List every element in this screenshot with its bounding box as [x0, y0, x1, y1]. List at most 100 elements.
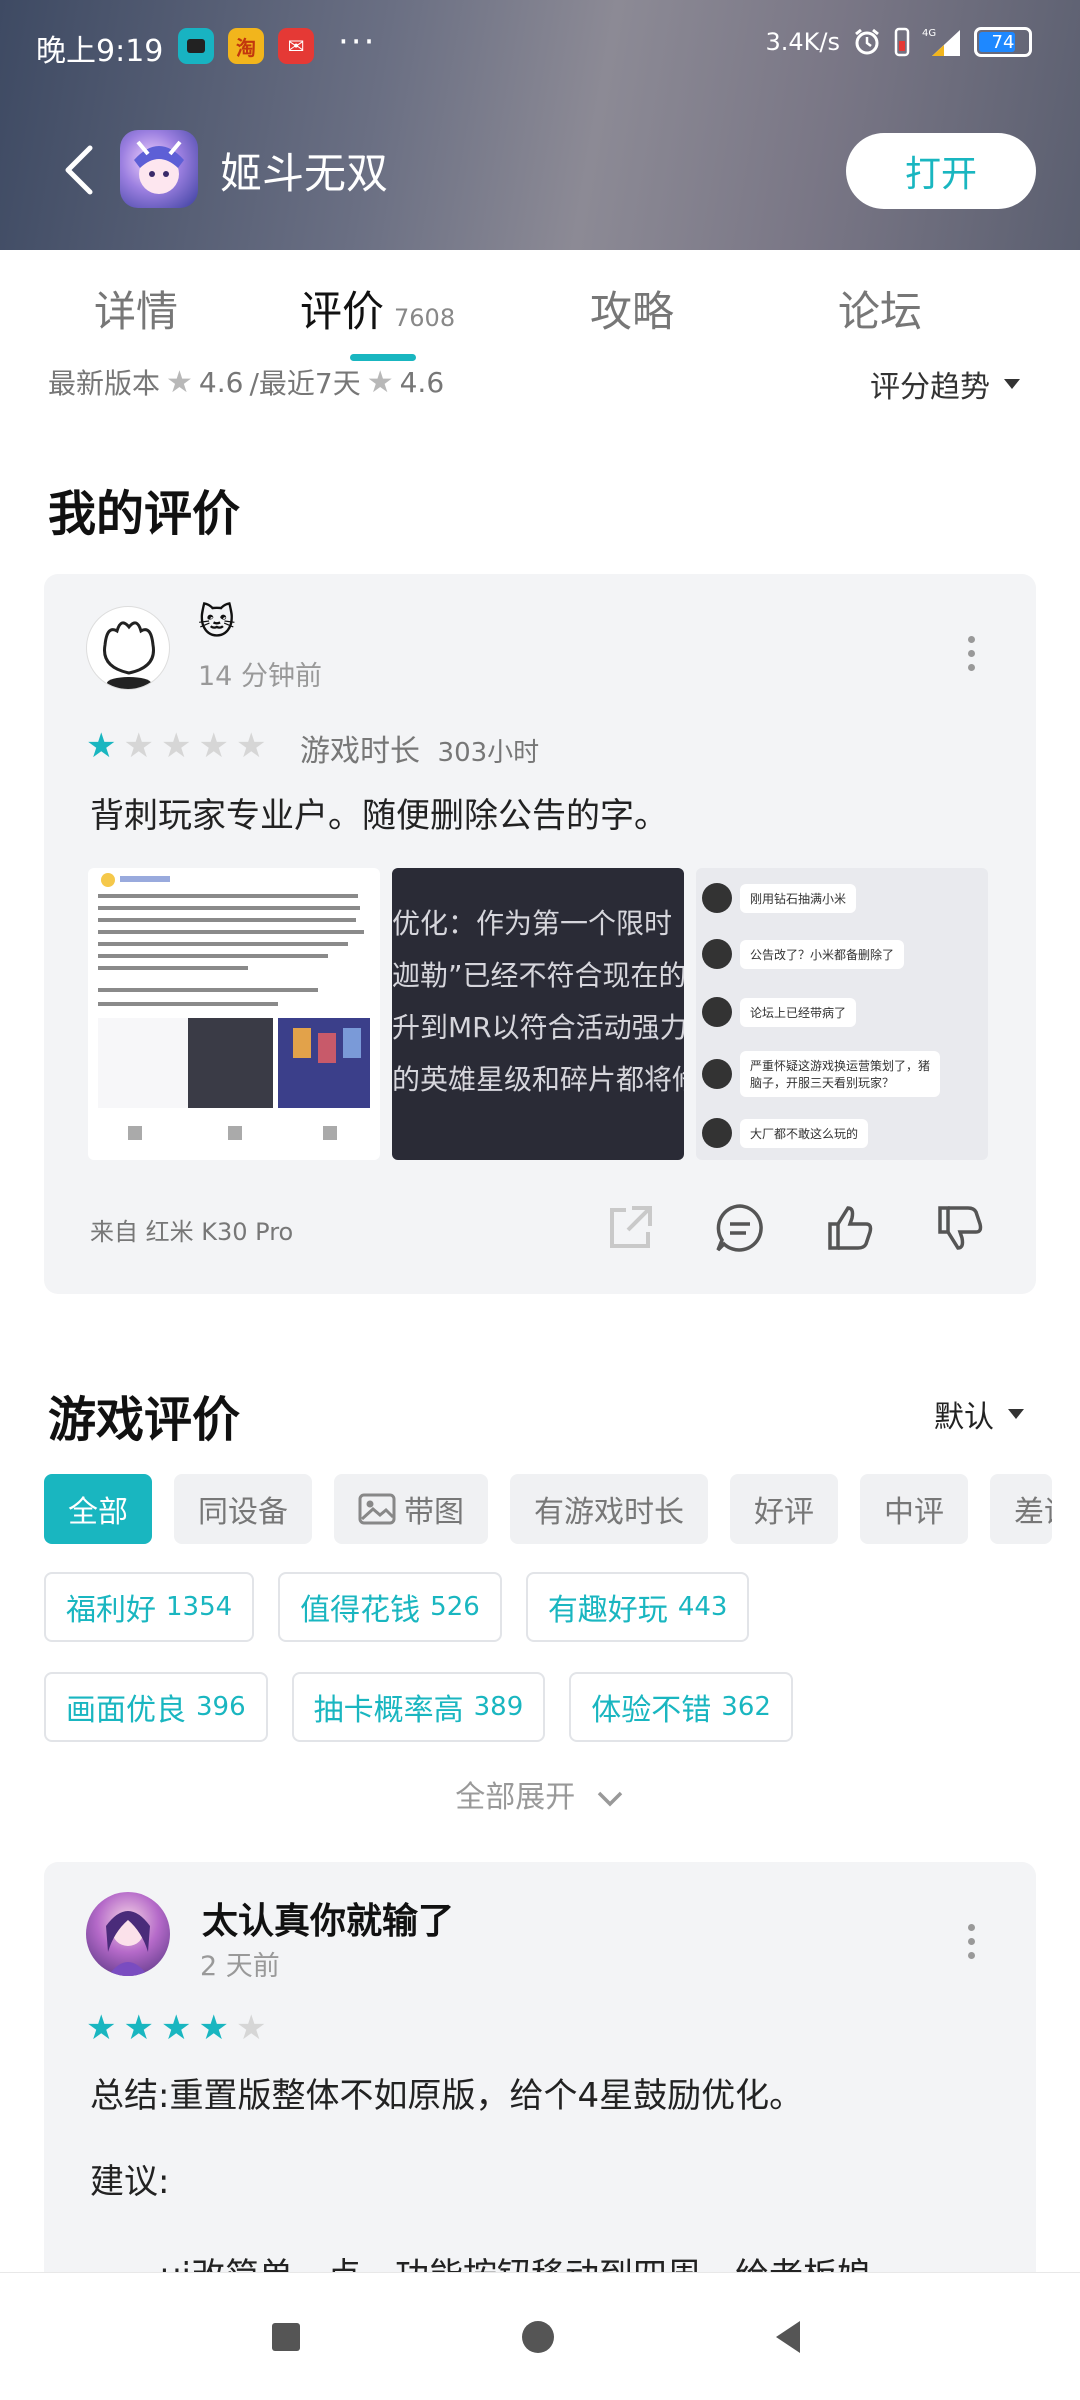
filter-same-device[interactable]: 同设备: [174, 1474, 312, 1544]
chevron-down-icon: [597, 1791, 623, 1806]
tab-details[interactable]: 详情: [94, 278, 178, 339]
home-icon[interactable]: [518, 2317, 558, 2357]
review-stars: ★ ★ ★ ★ ★: [86, 2008, 266, 2048]
my-review-time: 14 分钟前: [198, 661, 322, 692]
avatar[interactable]: [86, 606, 170, 690]
status-time: 晚上9:19: [36, 34, 164, 69]
taobao-app-icon: 淘: [228, 28, 264, 64]
tab-bar: 详情 评价 7608 攻略 论坛: [0, 250, 1080, 361]
recent-score: 4.6: [399, 365, 445, 399]
review-images: 优化：作为第一个限时 迦勒”已经不符合现在的版 升到MR以符合活动强力 的英雄星…: [88, 868, 988, 1160]
star-icon: ★: [366, 364, 394, 400]
battery-icon: 74: [974, 27, 1032, 57]
review-filters: 全部 同设备 带图 有游戏时长 好评 中评 差评: [44, 1474, 1052, 1544]
review-image-2-text: 优化：作为第一个限时 迦勒”已经不符合现在的版 升到MR以符合活动强力 的英雄星…: [392, 898, 684, 1106]
tag-item[interactable]: 画面优良 396: [44, 1672, 268, 1742]
review-card: 太认真你就输了 2 天前 ★ ★ ★ ★ ★ 总结:重置版整体不如原版，给个4星…: [44, 1862, 1036, 2272]
chevron-down-icon: [1004, 379, 1020, 389]
app-title: 姬斗无双: [220, 149, 389, 198]
battery-level: 74: [991, 31, 1015, 53]
star-icon: ★: [198, 726, 229, 766]
tab-label: 详情: [94, 287, 179, 336]
image-text-line: 升到MR以符合活动强力: [392, 1011, 684, 1044]
filter-with-images[interactable]: 带图: [334, 1474, 488, 1544]
more-options-icon[interactable]: [966, 1924, 976, 1959]
rating-trend-label: 评分趋势: [870, 370, 990, 405]
star-icon: ★: [166, 364, 193, 400]
rating-trend-dropdown[interactable]: 评分趋势: [870, 362, 1020, 406]
filter-label: 有游戏时长: [534, 1495, 684, 1530]
expand-all-button[interactable]: 全部展开: [0, 1772, 1080, 1816]
review-image-1[interactable]: [88, 868, 380, 1160]
tab-forum[interactable]: 论坛: [838, 278, 922, 339]
image-text-line: 迦勒”已经不符合现在的版: [392, 959, 684, 992]
app-logo: [120, 130, 198, 208]
thumbs-up-icon[interactable]: [824, 1202, 876, 1254]
filter-with-playtime[interactable]: 有游戏时长: [510, 1474, 708, 1544]
tag-item[interactable]: 抽卡概率高 389: [291, 1672, 546, 1742]
avatar[interactable]: [86, 1892, 170, 1976]
vibrate-icon: [894, 27, 910, 57]
star-icon: ★: [160, 726, 192, 766]
star-icon: ★: [198, 2008, 229, 2048]
filter-label: 差评: [1014, 1495, 1052, 1530]
filter-negative[interactable]: 差评: [990, 1474, 1052, 1544]
review-image-3-chat: 刚用钻石抽满小米 公告改了？小米都备删除了 论坛上已经带病了 严重怀疑这游戏换运…: [702, 872, 988, 1158]
tag-label: 值得花钱: [300, 1593, 421, 1628]
recent-label: /最近7天: [249, 367, 361, 400]
mail-app-icon: ✉: [278, 28, 314, 64]
tab-guides[interactable]: 攻略: [590, 278, 674, 339]
image-icon: [358, 1493, 396, 1525]
tag-item[interactable]: 值得花钱 526: [278, 1572, 502, 1642]
app-header: 晚上9:19 淘 ✉ ··· 3.4K/s 4G 74 姬斗无双 打开: [0, 0, 1080, 250]
playtime-value: 303小时: [437, 738, 540, 768]
filter-label: 同设备: [198, 1495, 288, 1530]
recent-apps-icon[interactable]: [266, 2317, 306, 2357]
rating-summary: 最新版本 ★ 4.6 /最近7天 ★ 4.6: [48, 362, 444, 402]
tag-item[interactable]: 体验不错 362: [569, 1672, 793, 1742]
tag-label: 有趣好玩: [547, 1593, 668, 1628]
chat-bubble: 严重怀疑这游戏换运营策划了，猪脑子，开服三天看别玩家？: [740, 1051, 940, 1097]
more-options-icon[interactable]: [966, 636, 976, 671]
thumbs-down-icon[interactable]: [934, 1202, 986, 1254]
review-image-3[interactable]: 刚用钻石抽满小米 公告改了？小米都备删除了 论坛上已经带病了 严重怀疑这游戏换运…: [696, 868, 988, 1160]
filter-label: 中评: [884, 1495, 944, 1530]
chevron-down-icon: [1008, 1409, 1024, 1419]
chat-bubble: 刚用钻石抽满小米: [740, 883, 857, 913]
system-nav-bar: [0, 2272, 1080, 2400]
my-review-card: 🐱 14 分钟前 ★ ★ ★ ★ ★ 游戏时长 303小时 背刺玩家专业户。随便…: [44, 574, 1036, 1294]
tab-reviews[interactable]: 评价 7608: [300, 278, 455, 339]
game-reviews-title: 游戏评价: [48, 1392, 241, 1448]
my-review-text: 背刺玩家专业户。随便删除公告的字。: [90, 796, 668, 836]
device-info: 来自 红米 K30 Pro: [90, 1218, 294, 1246]
filter-label: 好评: [754, 1495, 814, 1530]
filter-neutral[interactable]: 中评: [860, 1474, 968, 1544]
sort-dropdown[interactable]: 默认: [934, 1392, 1024, 1436]
chat-app-icon: [178, 28, 214, 64]
chat-bubble: 大厂都不敢这么玩的: [740, 1118, 869, 1148]
status-notification-icons: 淘 ✉: [178, 28, 314, 64]
review-image-2[interactable]: 优化：作为第一个限时 迦勒”已经不符合现在的版 升到MR以符合活动强力 的英雄星…: [392, 868, 684, 1160]
review-tags-row-1: 福利好 1354 值得花钱 526 有趣好玩 443: [44, 1572, 750, 1642]
filter-label: 带图: [404, 1495, 464, 1530]
back-arrow-icon[interactable]: [56, 140, 106, 200]
tag-item[interactable]: 有趣好玩 443: [525, 1572, 750, 1642]
comment-icon[interactable]: [714, 1202, 766, 1254]
filter-all[interactable]: 全部: [44, 1474, 152, 1544]
my-review-stars: ★ ★ ★ ★ ★: [86, 726, 266, 766]
network-speed: 3.4K/s: [765, 28, 841, 56]
share-icon[interactable]: [604, 1202, 656, 1254]
tag-label: 画面优良: [66, 1693, 186, 1728]
star-icon: ★: [86, 2008, 117, 2048]
sort-label: 默认: [934, 1400, 994, 1435]
tag-label: 福利好: [66, 1593, 156, 1628]
playtime: 游戏时长 303小时: [300, 726, 539, 770]
star-icon: ★: [86, 726, 117, 766]
open-button[interactable]: 打开: [846, 133, 1036, 209]
tab-label: 论坛: [838, 287, 923, 336]
review-time: 2 天前: [200, 1951, 280, 1982]
filter-positive[interactable]: 好评: [730, 1474, 838, 1544]
tag-item[interactable]: 福利好 1354: [44, 1572, 255, 1642]
back-icon[interactable]: [768, 2317, 808, 2357]
status-bar: 晚上9:19 淘 ✉ ··· 3.4K/s 4G 74: [0, 0, 1080, 96]
